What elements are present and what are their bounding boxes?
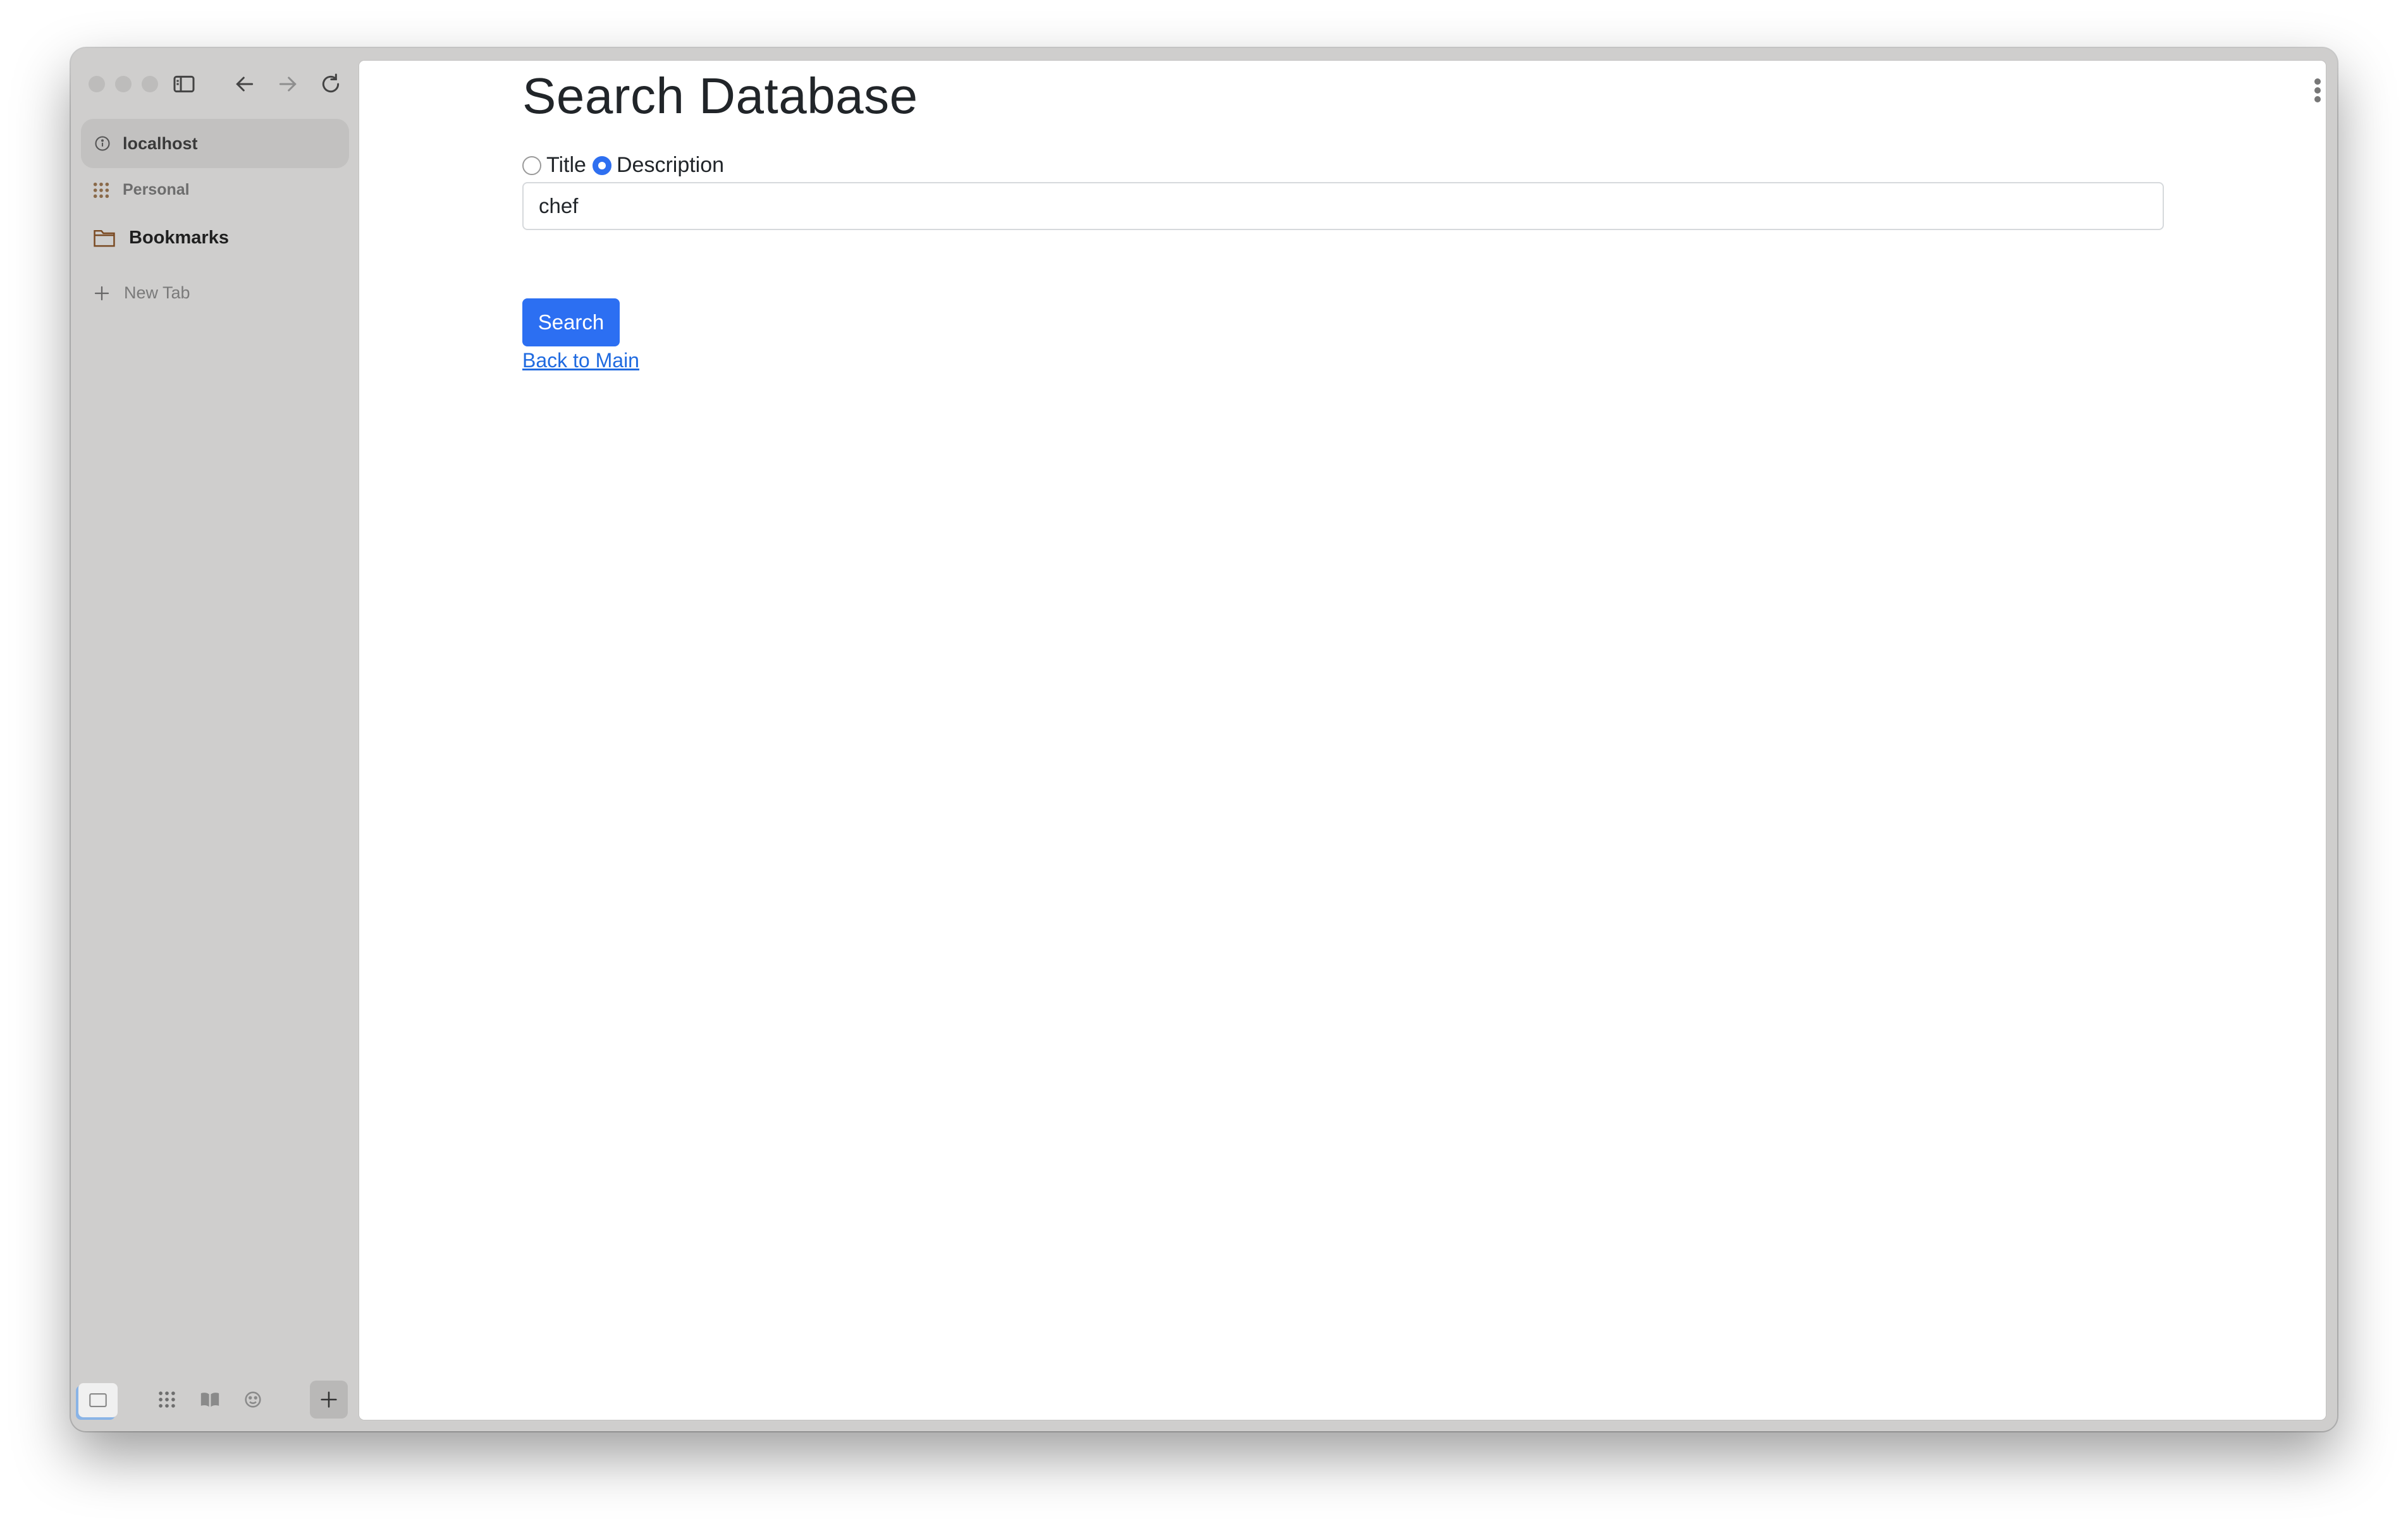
minimize-window-button[interactable] <box>115 76 132 92</box>
window-controls <box>89 76 158 92</box>
grid-icon <box>93 182 109 198</box>
book-icon[interactable] <box>191 1381 229 1419</box>
info-icon <box>95 136 110 151</box>
url-text: localhost <box>123 133 198 153</box>
back-to-main-link[interactable]: Back to Main <box>522 349 639 372</box>
close-window-button[interactable] <box>89 76 105 92</box>
sidebar-toggle-icon[interactable] <box>166 66 202 102</box>
sidebar-item-label: Bookmarks <box>129 227 229 248</box>
browser-window: localhost Personal Bookmarks New Tab Sea… <box>71 48 2337 1431</box>
forward-arrow-icon[interactable] <box>269 66 306 102</box>
web-content: Search Database Title Description Search… <box>359 61 2326 1420</box>
sidebar-bottom-bar <box>71 1374 359 1431</box>
more-options-icon[interactable] <box>2314 78 2323 105</box>
tab-preview-icon[interactable] <box>78 1383 118 1417</box>
apps-grid-icon[interactable] <box>148 1381 186 1419</box>
folder-icon <box>94 229 115 247</box>
plus-icon <box>94 286 109 300</box>
sidebar-item-personal[interactable]: Personal <box>92 181 190 199</box>
reload-icon[interactable] <box>312 66 349 102</box>
page-title: Search Database <box>522 68 918 124</box>
search-button[interactable]: Search <box>522 298 620 346</box>
new-tab-button[interactable]: New Tab <box>92 283 190 303</box>
sidebar: localhost Personal Bookmarks New Tab <box>71 48 359 1431</box>
address-bar[interactable]: localhost <box>81 119 349 168</box>
sidebar-item-label: Personal <box>123 181 190 198</box>
sidebar-item-bookmarks[interactable]: Bookmarks <box>92 227 229 248</box>
add-button[interactable] <box>310 1381 348 1419</box>
search-field-selector: Title Description <box>522 153 730 178</box>
zoom-window-button[interactable] <box>142 76 158 92</box>
radio-description-label[interactable]: Description <box>617 153 724 178</box>
back-arrow-icon[interactable] <box>226 66 263 102</box>
search-input[interactable] <box>522 182 2164 230</box>
face-icon[interactable] <box>234 1381 272 1419</box>
new-tab-label: New Tab <box>124 283 190 302</box>
radio-title-label[interactable]: Title <box>546 153 586 178</box>
radio-title[interactable] <box>522 156 541 175</box>
radio-description[interactable] <box>592 156 611 175</box>
